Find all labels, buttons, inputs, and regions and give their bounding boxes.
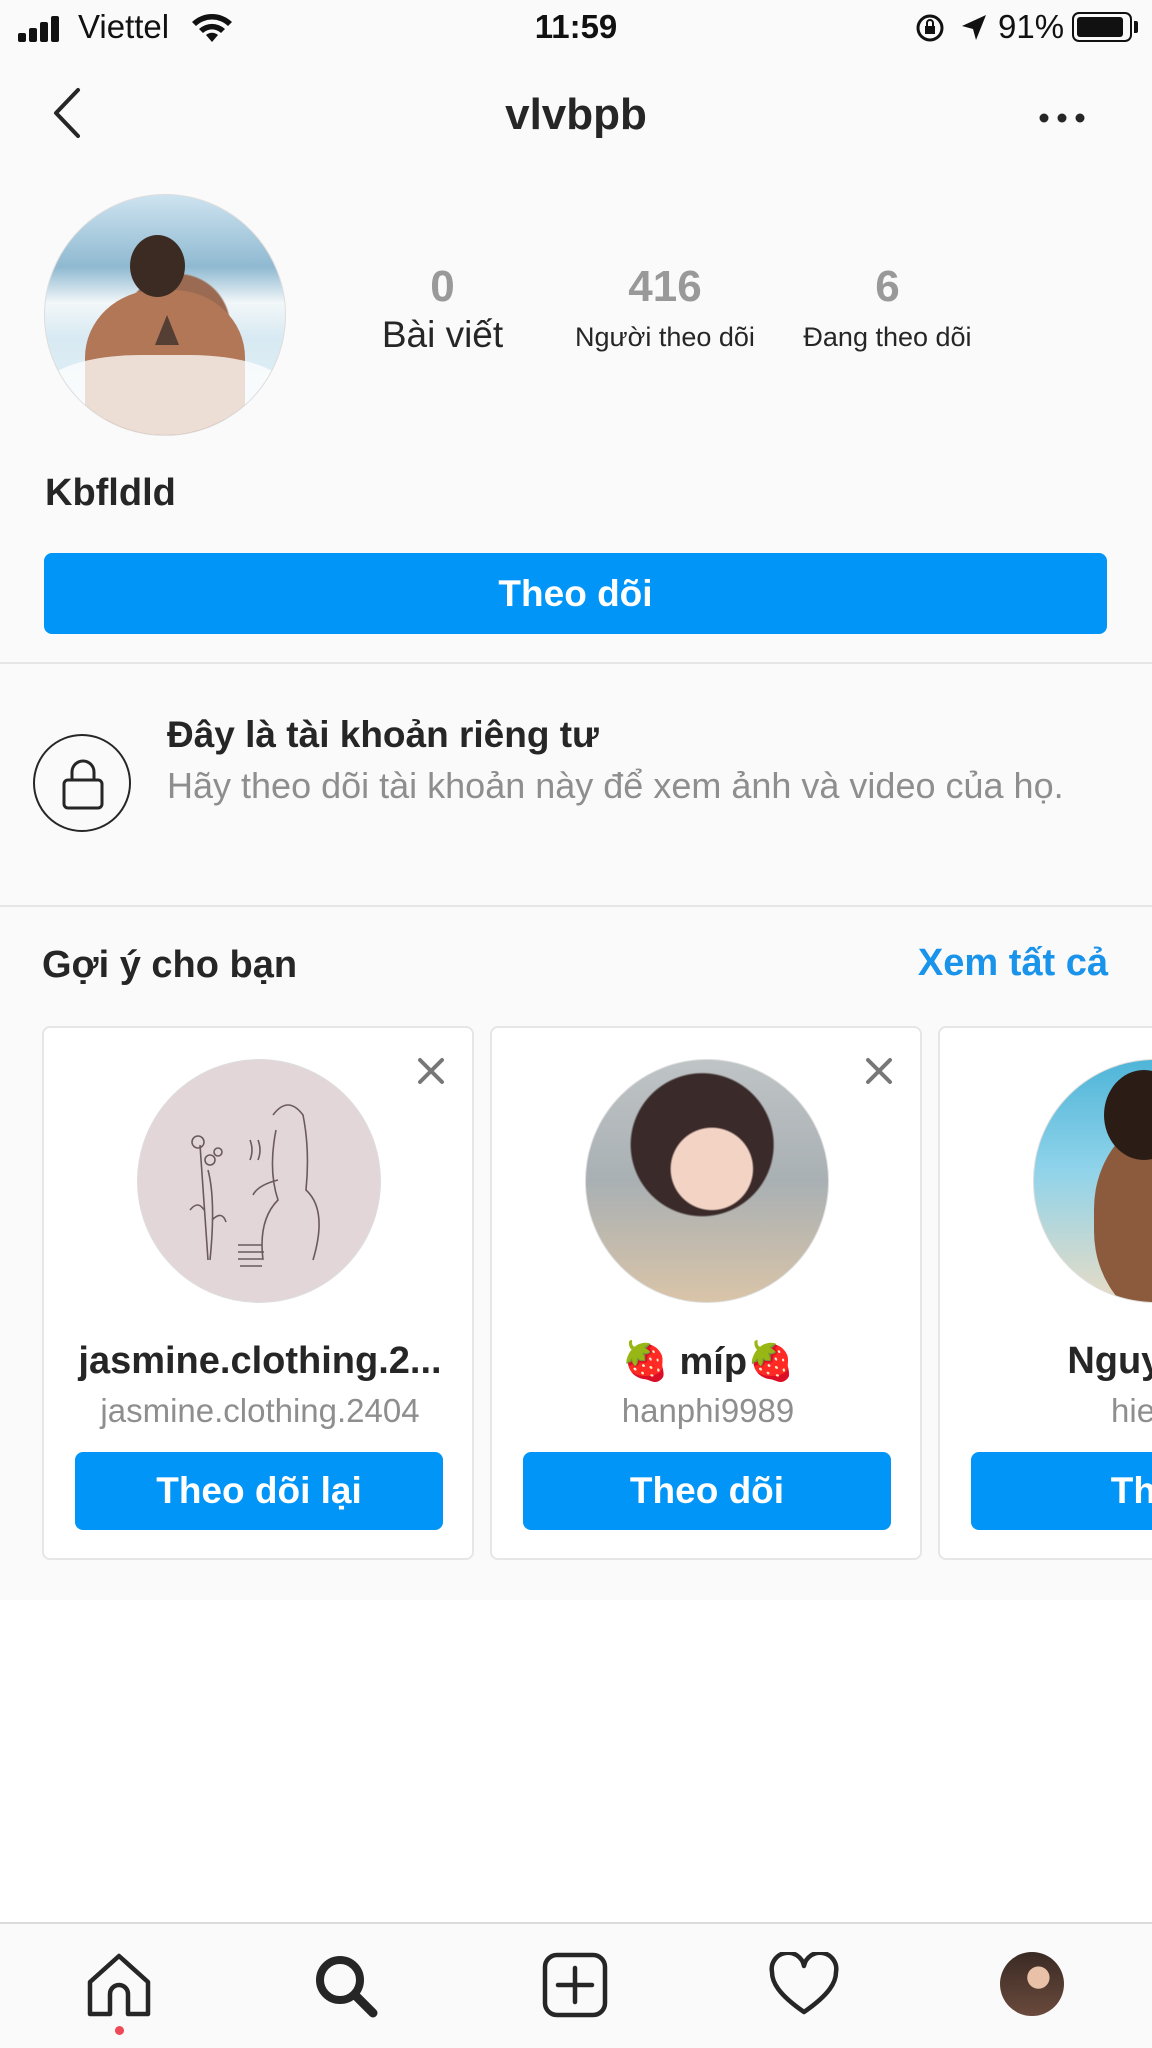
suggestion-handle: hieu.n [1111, 1392, 1152, 1429]
divider [0, 662, 1152, 664]
followers-count: 416 [628, 262, 702, 311]
suggestion-avatar[interactable] [1033, 1059, 1152, 1303]
follow-back-button[interactable]: Theo dõi lại [75, 1452, 443, 1530]
lock-icon [62, 759, 104, 810]
profile-tab-avatar[interactable] [1000, 1952, 1064, 2016]
private-account-description: Hãy theo dõi tài khoản này để xem ảnh và… [167, 765, 1064, 806]
divider [0, 905, 1152, 907]
followers-label: Người theo dõi [575, 322, 755, 352]
line-art-illustration [189, 1104, 320, 1267]
location-arrow-icon [962, 15, 986, 40]
posts-count: 0 [430, 262, 455, 311]
suggestion-handle: jasmine.clothing.2404 [100, 1392, 420, 1429]
home-icon[interactable] [84, 1950, 154, 2020]
profile-avatar[interactable] [44, 194, 286, 436]
follow-button[interactable]: Theo dõi [523, 1452, 891, 1530]
private-account-title: Đây là tài khoản riêng tư [167, 714, 599, 755]
new-post-icon[interactable] [540, 1950, 610, 2020]
suggestion-name[interactable]: Nguyễn H [940, 1340, 1152, 1383]
suggestion-avatar[interactable] [137, 1059, 381, 1303]
battery-tip [1134, 21, 1138, 33]
close-icon[interactable] [414, 1054, 448, 1088]
suggestions-title: Gợi ý cho bạn [42, 944, 298, 986]
ellipsis-icon[interactable] [1038, 108, 1086, 128]
suggestion-avatar[interactable] [585, 1059, 829, 1303]
follow-button[interactable]: Theo dõi [44, 553, 1107, 634]
activity-heart-icon[interactable] [768, 1952, 840, 2018]
following-count: 6 [875, 262, 900, 311]
suggestion-name[interactable]: jasmine.clothing.2... [44, 1340, 472, 1383]
suggestion-card[interactable]: 🍓 míp🍓 hanphi9989 Theo dõi [490, 1026, 922, 1560]
following-label: Đang theo dõi [803, 322, 972, 352]
display-name: Kbfldld [45, 472, 176, 514]
notification-dot [115, 2026, 124, 2035]
orientation-lock-icon [916, 14, 944, 42]
stat-followers[interactable]: 416 Người theo dõi [560, 262, 770, 353]
follow-button[interactable]: Theo [971, 1452, 1152, 1530]
suggestion-name[interactable]: 🍓 míp🍓 [492, 1340, 920, 1384]
battery-percent: 91% [998, 8, 1065, 45]
posts-label: Bài viết [381, 314, 504, 355]
stat-posts[interactable]: 0 Bài viết [360, 262, 525, 356]
stat-following[interactable]: 6 Đang theo dõi [780, 262, 995, 353]
profile-username-title: vlvbpb [505, 90, 647, 139]
close-icon[interactable] [862, 1054, 896, 1088]
battery-icon [1072, 12, 1132, 42]
see-all-link[interactable]: Xem tất cả [918, 942, 1108, 985]
suggestion-card[interactable]: Nguyễn H hieu.n Theo [938, 1026, 1152, 1560]
suggestion-handle: hanphi9989 [621, 1392, 795, 1429]
lock-icon-circle [33, 734, 131, 832]
status-bar: Viettel 11:59 91% [0, 0, 1152, 60]
suggestion-card[interactable]: jasmine.clothing.2... jasmine.clothing.2… [42, 1026, 474, 1560]
search-icon[interactable] [310, 1950, 380, 2020]
